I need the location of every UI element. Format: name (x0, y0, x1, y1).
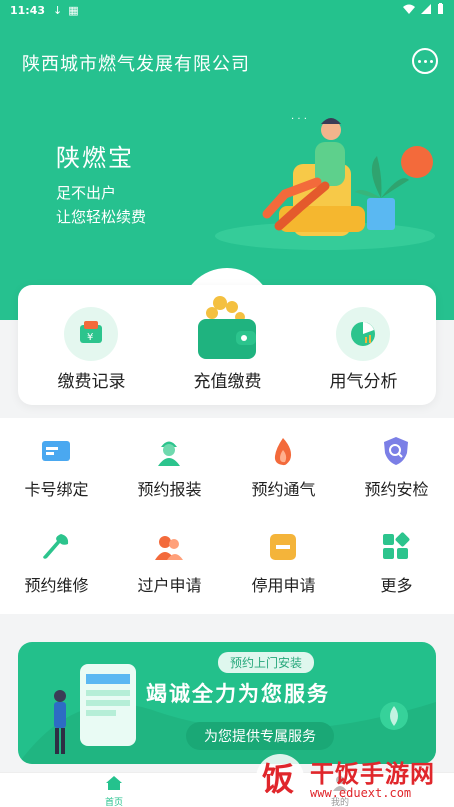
watermark-url: www.eduext.com (310, 786, 412, 800)
more-grid-icon (383, 532, 410, 559)
banner-pill: 为您提供专属服务 (186, 722, 334, 750)
more-button[interactable]: 更多 (340, 514, 453, 604)
app-brand: 陕燃宝 (56, 144, 134, 172)
wallet-icon (198, 296, 256, 359)
transfer-application-button[interactable]: 过户申请 (113, 514, 226, 604)
repair-appointment-label: 预约维修 (24, 576, 89, 595)
worker-icon (158, 441, 180, 466)
svg-text:· · ·: · · · (291, 114, 307, 125)
company-name: 陕西城市燃气发展有限公司 (22, 54, 250, 75)
wrench-icon (43, 534, 69, 559)
transfer-user-icon (155, 536, 183, 560)
banner-tag: 预约上门安装 (218, 652, 315, 673)
wifi-icon (403, 4, 415, 17)
hero-line-2: 让您轻松续费 (56, 208, 147, 226)
shield-search-icon (384, 437, 408, 465)
hero-line-1: 足不出户 (56, 184, 117, 202)
download-icon: ↓ (53, 3, 63, 17)
hero-illustration: · · · (215, 114, 435, 250)
stop-icon (270, 534, 296, 560)
card-icon (42, 441, 70, 461)
tab-home-label: 首页 (104, 798, 123, 807)
gas-analysis-button[interactable]: 用气分析 (294, 285, 433, 405)
safety-check-button[interactable]: 预约安检 (340, 418, 453, 508)
notification-icon: ▦ (68, 3, 79, 17)
chat-bubble-icon (417, 59, 421, 63)
bind-card-label: 卡号绑定 (24, 480, 89, 499)
gas-connection-label: 预约通气 (251, 480, 316, 499)
tab-home[interactable]: 首页 (74, 775, 154, 807)
svg-text:¥: ¥ (87, 332, 93, 343)
payment-records-label: 缴费记录 (57, 372, 126, 392)
suspend-application-label: 停用申请 (251, 576, 316, 595)
gas-connection-button[interactable]: 预约通气 (227, 418, 340, 508)
services-grid: 卡号绑定 预约报装 预约通气 预约安检 预约维修 过户申请 停用申请 更多 (0, 418, 454, 614)
recharge-label: 充值缴费 (193, 372, 262, 392)
payment-records-button[interactable]: ¥ 缴费记录 (22, 285, 161, 405)
watermark-logo: 饭 (256, 754, 304, 802)
transfer-application-label: 过户申请 (137, 576, 202, 595)
message-button[interactable] (412, 48, 438, 74)
suspend-application-button[interactable]: 停用申请 (227, 514, 340, 604)
watermark-title: 干饭手游网 (310, 760, 435, 788)
repair-appointment-button[interactable]: 预约维修 (0, 514, 113, 604)
bind-card-button[interactable]: 卡号绑定 (0, 418, 113, 508)
status-time: 11:43 (10, 3, 46, 17)
status-bar: 11:43 ↓ ▦ (0, 0, 454, 20)
site-watermark: 饭 干饭手游网 www.eduext.com (250, 748, 454, 807)
install-appointment-button[interactable]: 预约报装 (113, 418, 226, 508)
battery-icon (437, 3, 444, 17)
banner-headline: 竭诚全力为您服务 (146, 682, 330, 706)
install-appointment-label: 预约报装 (137, 480, 202, 499)
safety-check-label: 预约安检 (364, 480, 429, 499)
gas-analysis-label: 用气分析 (329, 372, 398, 392)
watermark-logo-char: 饭 (262, 760, 294, 798)
install-banner[interactable]: 预约上门安装 竭诚全力为您服务 为您提供专属服务 (18, 642, 436, 764)
receipt-icon: ¥ (64, 307, 118, 361)
pie-chart-icon (336, 307, 390, 361)
flame-icon (274, 438, 292, 466)
home-icon (106, 776, 122, 790)
more-label: 更多 (380, 576, 413, 595)
signal-icon (421, 3, 431, 17)
